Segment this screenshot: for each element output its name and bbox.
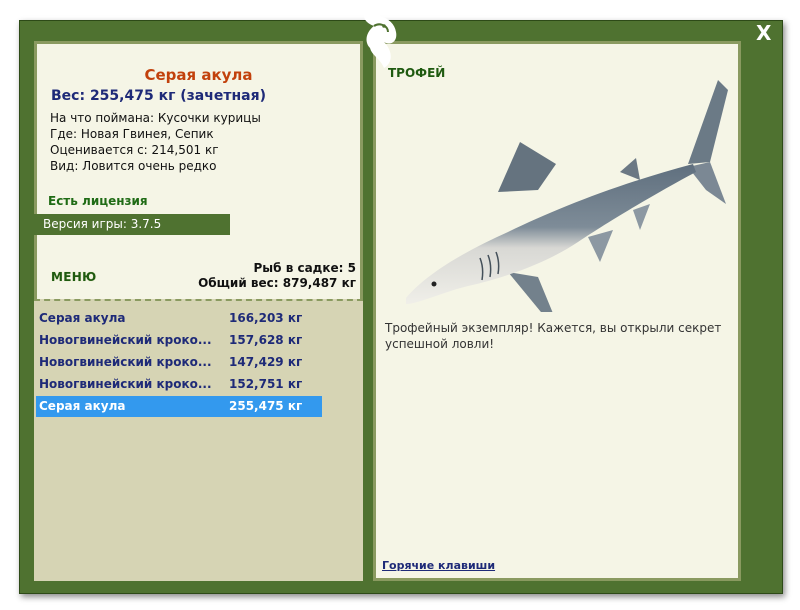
catch-name: Серая акула (39, 399, 126, 413)
catch-list-item[interactable]: Серая акула 166,203 кг (36, 308, 322, 329)
catch-name: Новогвинейский кроко... (39, 333, 212, 347)
catch-name: Новогвинейский кроко... (39, 377, 212, 391)
cage-total-weight: Общий вес: 879,487 кг (198, 276, 356, 290)
close-button[interactable]: X (756, 23, 771, 43)
trophy-panel: ТРОФЕЙ Трофейный экземпляр! Кажется, вы … (373, 41, 741, 581)
catch-weight: 255,475 кг (229, 399, 303, 413)
rarity-info: Вид: Ловится очень редко (50, 159, 217, 173)
catch-list-item[interactable]: Новогвинейский кроко... 152,751 кг (36, 374, 322, 395)
bait-info: На что поймана: Кусочки курицы (50, 111, 261, 125)
catch-list-item[interactable]: Новогвинейский кроко... 157,628 кг (36, 330, 322, 351)
fish-weight: Вес: 255,475 кг (зачетная) (51, 88, 266, 104)
catch-weight: 147,429 кг (229, 355, 303, 369)
cage-summary: Рыб в садке: 5 Общий вес: 879,487 кг (198, 261, 356, 291)
lizard-logo-icon (364, 14, 397, 68)
catch-list-item[interactable]: Новогвинейский кроко... 147,429 кг (36, 352, 322, 373)
game-window: Серая акула Вес: 255,475 кг (зачетная) Н… (19, 20, 783, 594)
fish-info-panel: Серая акула Вес: 255,475 кг (зачетная) Н… (34, 41, 363, 581)
trophy-description: Трофейный экземпляр! Кажется, вы открыли… (385, 321, 722, 351)
hotkeys-link[interactable]: Горячие клавиши (382, 559, 495, 572)
catch-list-item-selected[interactable]: Серая акула 255,475 кг (36, 396, 322, 417)
license-status: Есть лицензия (48, 194, 148, 208)
game-version: Версия игры: 3.7.5 (34, 214, 230, 235)
menu-button[interactable]: МЕНЮ (51, 270, 96, 284)
catch-weight: 152,751 кг (229, 377, 303, 391)
catch-weight: 157,628 кг (229, 333, 303, 347)
catch-name: Серая акула (39, 311, 126, 325)
shark-image (406, 80, 728, 312)
fish-name-title: Серая акула (144, 66, 253, 84)
catch-list: Серая акула 166,203 кг Новогвинейский кр… (34, 299, 363, 581)
catch-weight: 166,203 кг (229, 311, 303, 325)
location-info: Где: Новая Гвинея, Сепик (50, 127, 214, 141)
cage-count: Рыб в садке: 5 (253, 261, 357, 275)
catch-name: Новогвинейский кроко... (39, 355, 212, 369)
rated-from-info: Оценивается с: 214,501 кг (50, 143, 219, 157)
